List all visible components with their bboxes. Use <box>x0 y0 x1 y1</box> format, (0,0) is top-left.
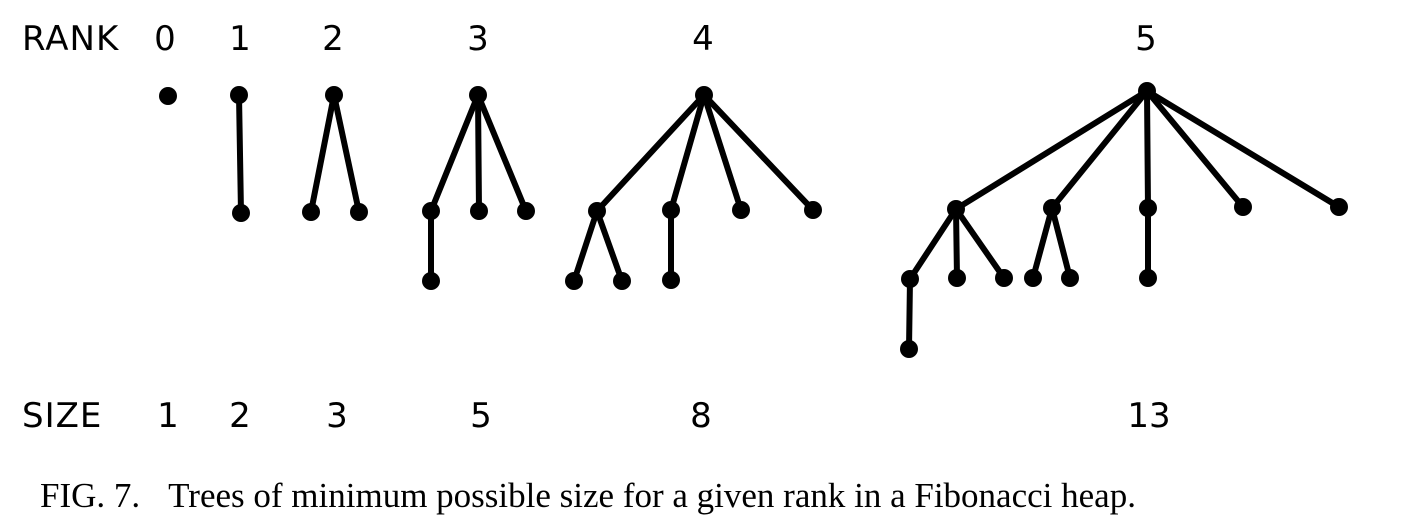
tree-edge <box>428 92 481 214</box>
tree-node <box>230 86 248 104</box>
tree-edge <box>1144 88 1151 211</box>
tree-node <box>662 201 680 219</box>
rank-1-label: 1 <box>229 19 251 59</box>
tree-rank-2 <box>302 86 368 221</box>
tree-edge <box>906 276 913 352</box>
rank-row-label: RANK <box>22 19 120 59</box>
tree-rank-0 <box>159 87 177 105</box>
tree-node <box>1061 269 1079 287</box>
tree-edge <box>475 92 482 214</box>
caption-text: Trees of minimum possible size for a giv… <box>168 476 1136 515</box>
tree-node <box>1043 199 1061 217</box>
fibonacci-trees-figure: RANK SIZE 0 1 2 3 4 5 1 2 3 5 8 13 FIG. … <box>22 19 1348 515</box>
tree-edge <box>331 92 362 215</box>
tree-node <box>662 271 680 289</box>
tree-node <box>732 201 750 219</box>
tree-rank-5 <box>900 82 1348 358</box>
tree-edge <box>953 206 1007 281</box>
tree-node <box>901 270 919 288</box>
tree-node <box>1138 82 1156 100</box>
tree-edge <box>953 88 1150 212</box>
size-1-label: 2 <box>229 396 251 436</box>
tree-node <box>804 201 822 219</box>
tree-edge <box>953 206 960 281</box>
tree-node <box>422 272 440 290</box>
tree-rank-4 <box>565 86 822 290</box>
tree-node <box>350 203 368 221</box>
tree-edge <box>907 206 959 282</box>
tree-node <box>947 200 965 218</box>
tree-node <box>565 272 583 290</box>
rank-2-label: 2 <box>322 19 344 59</box>
tree-edge <box>571 208 600 284</box>
rank-4-label: 4 <box>692 19 714 59</box>
tree-node <box>588 202 606 220</box>
tree-node <box>517 202 535 220</box>
tree-edge <box>1030 205 1055 281</box>
tree-node <box>1139 199 1157 217</box>
tree-edge <box>475 92 529 214</box>
tree-edge <box>1049 205 1073 281</box>
figure-caption: FIG. 7. Trees of minimum possible size fo… <box>40 476 1136 515</box>
tree-node <box>1139 269 1157 287</box>
tree-edge <box>236 92 244 216</box>
size-row-label: SIZE <box>22 396 102 436</box>
tree-edge <box>1144 88 1342 210</box>
size-2-label: 3 <box>326 396 348 436</box>
tree-node <box>900 340 918 358</box>
tree-node <box>422 202 440 220</box>
size-3-label: 5 <box>470 396 492 436</box>
tree-node <box>1330 198 1348 216</box>
tree-node <box>995 269 1013 287</box>
tree-node <box>470 202 488 220</box>
size-0-label: 1 <box>157 396 179 436</box>
tree-rank-3 <box>422 86 535 290</box>
tree-node <box>232 204 250 222</box>
tree-node <box>302 203 320 221</box>
rank-3-label: 3 <box>467 19 489 59</box>
tree-edge <box>594 208 625 284</box>
tree-edge <box>1144 88 1246 210</box>
tree-node <box>159 87 177 105</box>
tree-node <box>325 86 343 104</box>
size-5-label: 13 <box>1127 396 1170 436</box>
tree-node <box>695 86 713 104</box>
caption-prefix: FIG. 7. <box>40 476 140 515</box>
tree-node <box>1234 198 1252 216</box>
tree-node <box>613 272 631 290</box>
tree-node <box>469 86 487 104</box>
rank-0-label: 0 <box>154 19 176 59</box>
size-4-label: 8 <box>690 396 712 436</box>
tree-edge <box>308 92 337 215</box>
tree-node <box>1024 269 1042 287</box>
tree-node <box>948 269 966 287</box>
tree-rank-1 <box>230 86 250 222</box>
rank-5-label: 5 <box>1135 19 1157 59</box>
tree-edge <box>1049 88 1150 211</box>
